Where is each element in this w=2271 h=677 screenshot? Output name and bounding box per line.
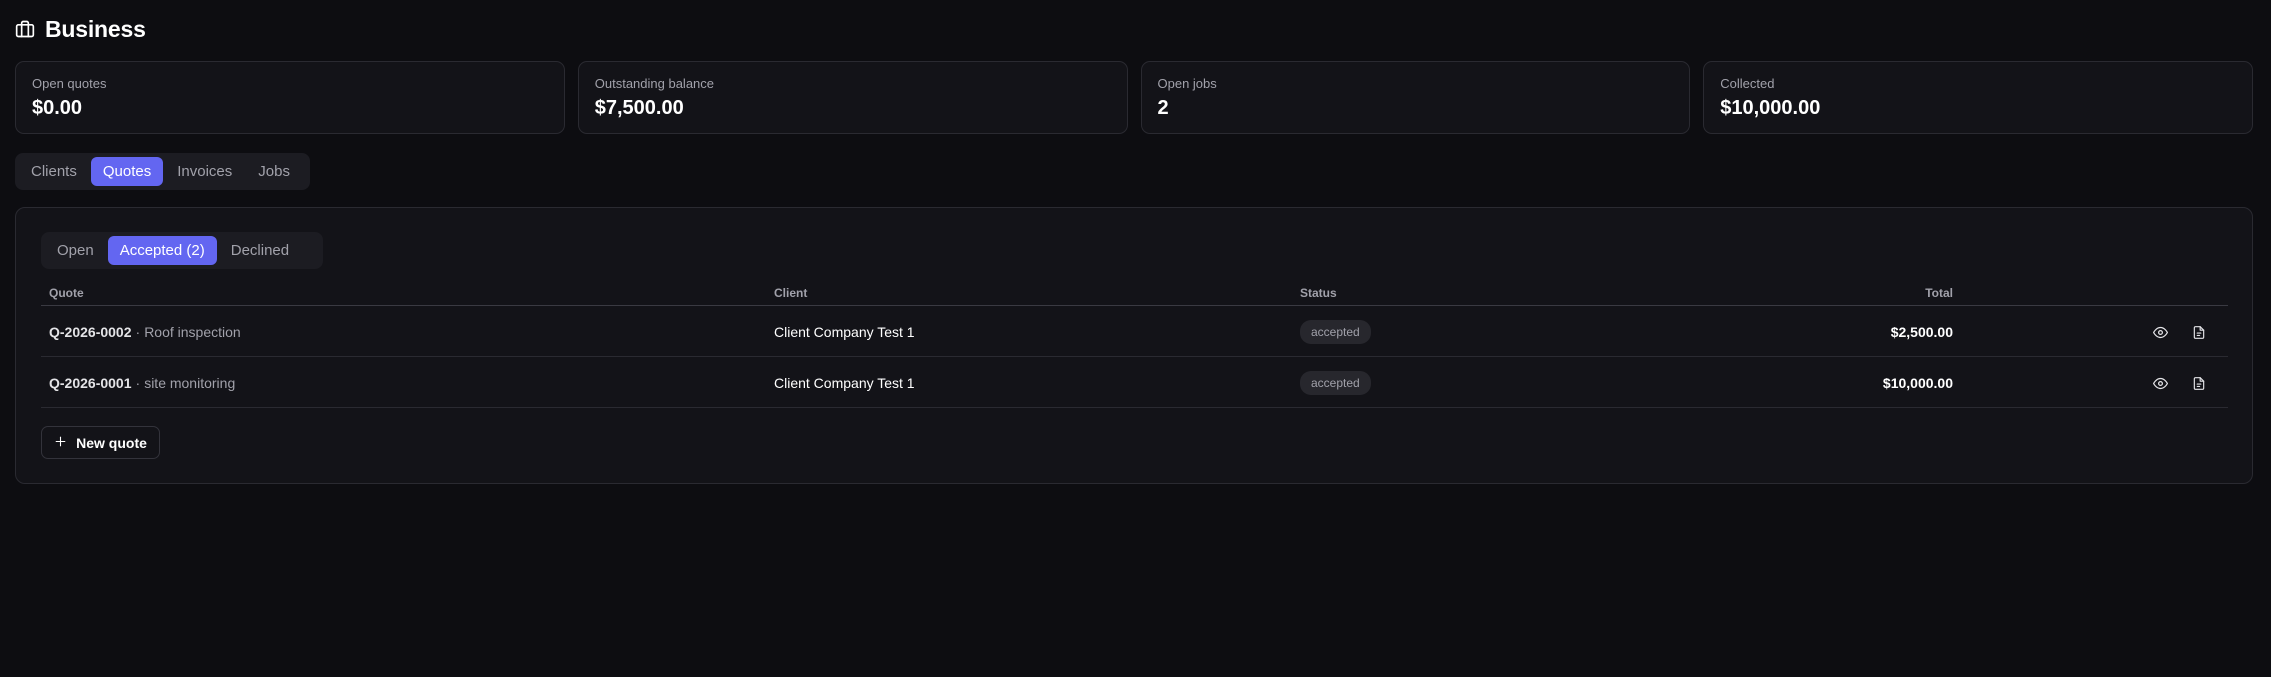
eye-icon[interactable] xyxy=(2149,372,2171,394)
quote-filter-tabs: Open Accepted (2) Declined xyxy=(41,232,323,269)
quote-total: $2,500.00 xyxy=(1890,323,1953,340)
client-name: Client Company Test 1 xyxy=(774,323,915,340)
column-header-status: Status xyxy=(1300,286,1337,300)
stat-label: Open quotes xyxy=(32,76,107,91)
stat-label: Outstanding balance xyxy=(594,76,715,91)
table-row[interactable]: Q-2026-0002 · Roof inspection Client Com… xyxy=(41,306,2228,357)
quote-total: $10,000.00 xyxy=(1882,374,1953,391)
tab-jobs[interactable]: Jobs xyxy=(246,157,302,186)
status-cell: accepted xyxy=(1300,357,1371,408)
stat-value: 2 xyxy=(1157,97,1169,119)
quotes-panel: Open Accepted (2) Declined Quote Client … xyxy=(15,207,2253,484)
quote-cell: Q-2026-0001 · site monitoring xyxy=(49,357,235,408)
main-tabs: Clients Quotes Invoices Jobs xyxy=(15,153,310,190)
page-header: Business xyxy=(15,14,146,44)
table-row[interactable]: Q-2026-0001 · site monitoring Client Com… xyxy=(41,357,2228,408)
status-badge: accepted xyxy=(1300,319,1371,344)
business-page: Business Open quotes $0.00 Outstanding b… xyxy=(0,0,2271,677)
quote-number: Q-2026-0002 xyxy=(49,323,132,340)
tab-invoices[interactable]: Invoices xyxy=(165,157,244,186)
column-header-client: Client xyxy=(774,286,808,300)
new-quote-button[interactable]: New quote xyxy=(41,426,160,459)
stat-label: Open jobs xyxy=(1157,76,1217,91)
column-header-quote: Quote xyxy=(49,286,84,300)
eye-icon[interactable] xyxy=(2149,321,2171,343)
quote-description: Roof inspection xyxy=(144,323,241,340)
briefcase-icon xyxy=(15,19,35,39)
quote-number: Q-2026-0001 xyxy=(49,374,132,391)
quote-separator: · xyxy=(135,323,141,340)
filter-open[interactable]: Open xyxy=(45,236,106,265)
status-badge: accepted xyxy=(1300,370,1371,395)
column-header-total: Total xyxy=(1925,286,1953,300)
file-icon[interactable] xyxy=(2188,372,2210,394)
stat-card-outstanding-balance: Outstanding balance $7,500.00 xyxy=(577,61,1128,134)
stat-label: Collected xyxy=(1720,76,1775,91)
stat-card-collected: Collected $10,000.00 xyxy=(1703,61,2253,134)
new-quote-label: New quote xyxy=(76,434,147,451)
stat-card-open-jobs: Open jobs 2 xyxy=(1140,61,1691,134)
stats-row: Open quotes $0.00 Outstanding balance $7… xyxy=(15,61,2253,134)
status-cell: accepted xyxy=(1300,306,1371,357)
quote-description: site monitoring xyxy=(144,374,236,391)
stat-value: $10,000.00 xyxy=(1720,97,1821,119)
client-name: Client Company Test 1 xyxy=(774,374,915,391)
tab-quotes[interactable]: Quotes xyxy=(90,157,164,186)
tab-clients[interactable]: Clients xyxy=(19,157,89,186)
stat-value: $7,500.00 xyxy=(594,97,684,119)
filter-accepted[interactable]: Accepted (2) xyxy=(107,236,217,265)
table-header: Quote Client Status Total xyxy=(41,282,2228,306)
plus-icon xyxy=(54,435,67,451)
page-title: Business xyxy=(45,15,146,42)
quotes-table: Quote Client Status Total Q-2026-0002 · … xyxy=(41,282,2228,408)
quote-cell: Q-2026-0002 · Roof inspection xyxy=(49,306,241,357)
filter-declined[interactable]: Declined xyxy=(219,236,301,265)
file-icon[interactable] xyxy=(2188,321,2210,343)
quote-separator: · xyxy=(135,374,141,391)
stat-value: $0.00 xyxy=(32,97,83,119)
stat-card-open-quotes: Open quotes $0.00 xyxy=(15,61,565,134)
